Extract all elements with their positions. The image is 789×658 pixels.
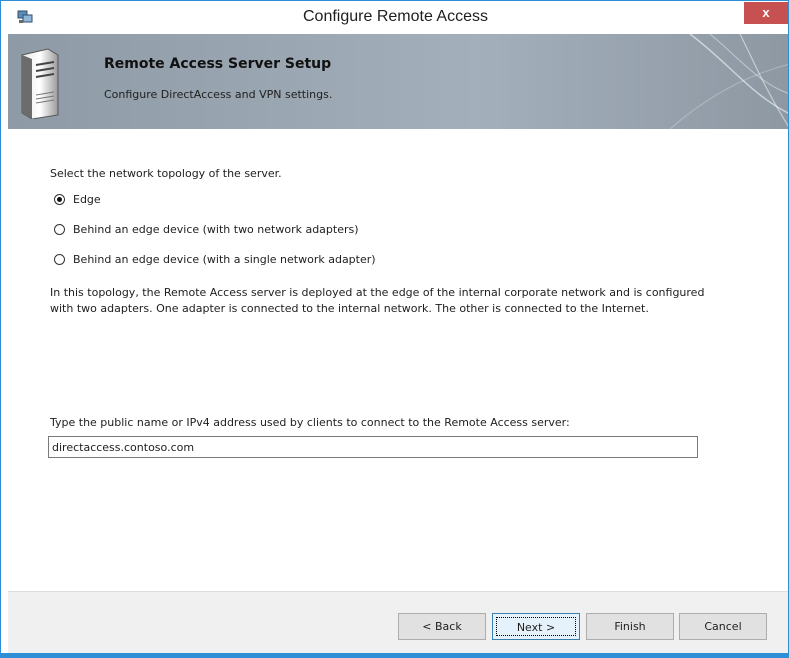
next-button-label: Next > bbox=[496, 617, 576, 636]
title-bar[interactable]: Configure Remote Access x bbox=[1, 1, 788, 34]
banner-decoration bbox=[670, 34, 788, 129]
public-address-input[interactable] bbox=[48, 436, 698, 458]
radio-option-behind-edge-single-adapter[interactable]: Behind an edge device (with a single net… bbox=[54, 253, 376, 266]
back-button[interactable]: < Back bbox=[398, 613, 486, 640]
public-address-label: Type the public name or IPv4 address use… bbox=[50, 416, 570, 429]
banner-subtitle: Configure DirectAccess and VPN settings. bbox=[104, 88, 333, 101]
window-left-edge bbox=[1, 34, 8, 657]
configure-remote-access-dialog: Configure Remote Access x Remote Access … bbox=[0, 0, 789, 658]
cancel-button[interactable]: Cancel bbox=[679, 613, 767, 640]
next-button[interactable]: Next > bbox=[492, 613, 580, 640]
radio-button[interactable] bbox=[54, 224, 65, 235]
wizard-header-banner: Remote Access Server Setup Configure Dir… bbox=[8, 34, 788, 129]
finish-button[interactable]: Finish bbox=[586, 613, 674, 640]
radio-button[interactable] bbox=[54, 254, 65, 265]
topology-description: In this topology, the Remote Access serv… bbox=[50, 286, 705, 315]
radio-label: Behind an edge device (with a single net… bbox=[73, 253, 376, 266]
banner-title: Remote Access Server Setup bbox=[104, 56, 332, 72]
radio-option-behind-edge-two-adapters[interactable]: Behind an edge device (with two network … bbox=[54, 223, 359, 236]
server-icon bbox=[21, 48, 59, 119]
close-button[interactable]: x bbox=[744, 2, 788, 24]
radio-label: Behind an edge device (with two network … bbox=[73, 223, 359, 236]
wizard-content: Select the network topology of the serve… bbox=[8, 129, 788, 657]
radio-option-edge[interactable]: Edge bbox=[54, 193, 101, 206]
topology-prompt: Select the network topology of the serve… bbox=[50, 167, 282, 180]
wizard-footer: < Back Next > Finish Cancel bbox=[8, 592, 788, 655]
window-title: Configure Remote Access bbox=[303, 8, 488, 25]
window-bottom-border bbox=[1, 653, 788, 657]
radio-label: Edge bbox=[73, 193, 101, 206]
radio-button[interactable] bbox=[54, 194, 65, 205]
